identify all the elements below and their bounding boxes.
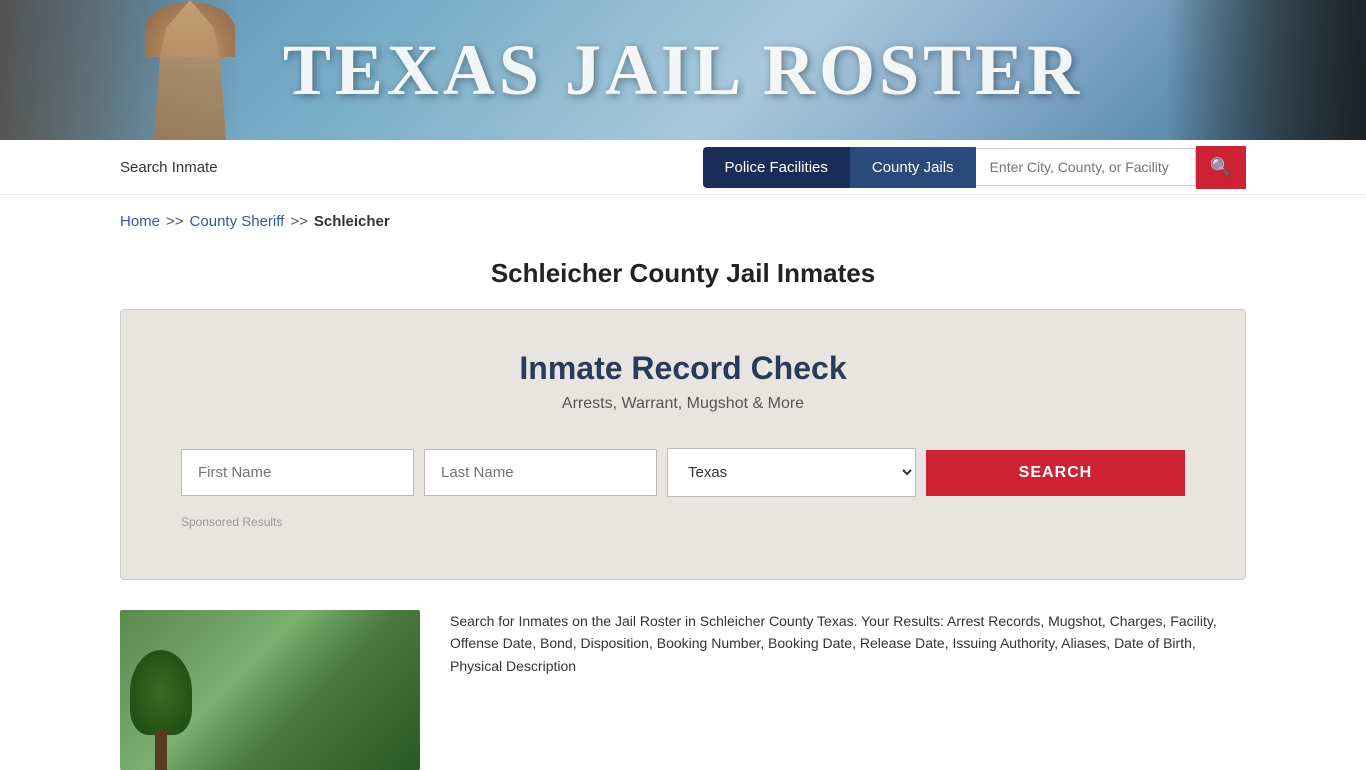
bottom-description: Search for Inmates on the Jail Roster in… (450, 610, 1246, 770)
county-jails-button[interactable]: County Jails (850, 147, 976, 188)
nav-bar: Search Inmate Police Facilities County J… (0, 140, 1366, 195)
key-overlay (1166, 0, 1366, 140)
tree-canopy (130, 650, 192, 735)
breadcrumb-sep-1: >> (166, 213, 184, 230)
nav-right: Police Facilities County Jails 🔍 (703, 146, 1247, 189)
breadcrumb-sep-2: >> (290, 213, 308, 230)
banner-title: Texas Jail Roster (283, 29, 1083, 112)
breadcrumb-current: Schleicher (314, 213, 390, 230)
nav-search-label: Search Inmate (120, 159, 703, 176)
record-search-button[interactable]: SEARCH (926, 450, 1185, 496)
police-facilities-button[interactable]: Police Facilities (703, 147, 850, 188)
page-title: Schleicher County Jail Inmates (0, 258, 1366, 289)
record-check-box: Inmate Record Check Arrests, Warrant, Mu… (120, 309, 1246, 580)
record-check-subtitle: Arrests, Warrant, Mugshot & More (181, 395, 1185, 413)
first-name-input[interactable] (181, 449, 414, 496)
tree-trunk (155, 730, 167, 770)
state-select[interactable]: AlabamaAlaskaArizonaArkansasCaliforniaCo… (667, 448, 916, 497)
header-banner: Texas Jail Roster (0, 0, 1366, 140)
sponsored-label: Sponsored Results (181, 515, 1185, 529)
record-check-title: Inmate Record Check (181, 350, 1185, 387)
record-check-form: AlabamaAlaskaArizonaArkansasCaliforniaCo… (181, 448, 1185, 497)
search-icon: 🔍 (1210, 157, 1232, 178)
facility-search-input[interactable] (976, 148, 1196, 186)
page-title-section: Schleicher County Jail Inmates (0, 248, 1366, 309)
breadcrumb: Home >> County Sheriff >> Schleicher (0, 195, 1366, 248)
breadcrumb-home[interactable]: Home (120, 213, 160, 230)
bottom-section: Search for Inmates on the Jail Roster in… (120, 610, 1246, 770)
facility-search-button[interactable]: 🔍 (1196, 146, 1246, 189)
location-image (120, 610, 420, 770)
breadcrumb-county-sheriff[interactable]: County Sheriff (190, 213, 285, 230)
last-name-input[interactable] (424, 449, 657, 496)
